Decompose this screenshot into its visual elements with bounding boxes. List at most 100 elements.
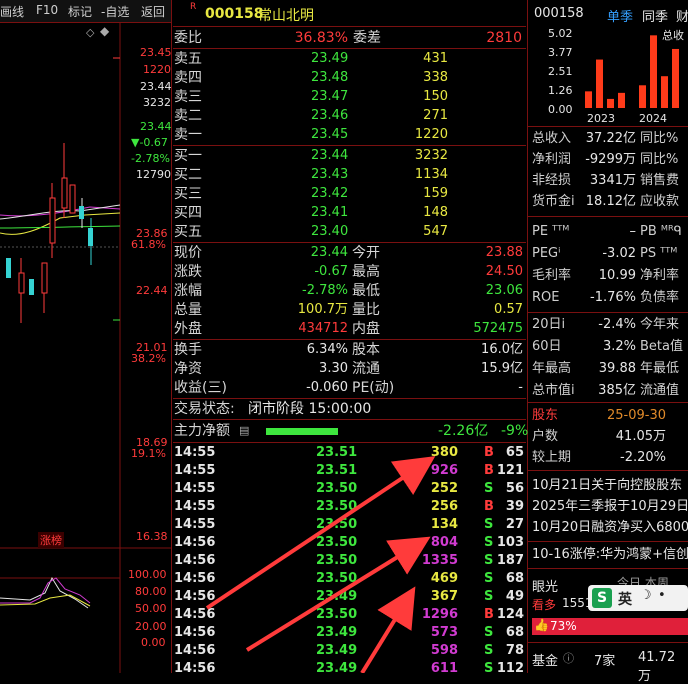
- trade-status-label: 交易状态:: [174, 401, 235, 417]
- main-flow-bar: [266, 428, 338, 435]
- ime-lang[interactable]: 英: [618, 589, 632, 609]
- mini-axis-label: 1.26: [548, 84, 573, 97]
- perf-label-2: 流通值: [640, 383, 680, 398]
- main-flow-value: -2.26亿: [438, 423, 489, 439]
- stat-label: 收益(三): [174, 380, 227, 396]
- list-icon[interactable]: ▤: [239, 422, 249, 440]
- holder-label: 股东: [532, 408, 559, 423]
- mini-year-2024: 2024: [639, 112, 667, 125]
- quote-value-2: 24.50: [485, 264, 523, 279]
- moon-icon[interactable]: ☽: [640, 588, 652, 603]
- limit-up-badge[interactable]: 涨榜: [38, 532, 64, 548]
- bid-volume: 148: [423, 205, 448, 220]
- stat-value-2: 16.0亿: [481, 342, 523, 357]
- stat-value: 6.34%: [306, 342, 348, 357]
- bull-pct: 73%: [550, 619, 577, 633]
- quote-row: 总量 100.7万 量比 0.57: [173, 301, 526, 319]
- order-ratio-label: 委比: [174, 30, 202, 46]
- bid-row[interactable]: 买三 23.42 159: [173, 185, 526, 203]
- holder-value: 41.05万: [615, 429, 666, 444]
- quote-value: 434712: [298, 321, 348, 336]
- ask-row[interactable]: 卖一 23.45 1220: [173, 126, 526, 144]
- bid-price: 23.43: [311, 167, 349, 182]
- quote-label: 涨幅: [174, 283, 202, 299]
- valuation-label-2: PB ᴹᴿᑫ: [640, 224, 682, 239]
- ask-row[interactable]: 卖二 23.46 271: [173, 107, 526, 125]
- ask-row[interactable]: 卖五 23.49 431: [173, 50, 526, 68]
- ask-row[interactable]: 卖四 23.48 338: [173, 69, 526, 87]
- quote-label-2: 最高: [352, 264, 380, 280]
- quote-row: 涨跌 -0.67 最高 24.50: [173, 263, 526, 281]
- quote-value-2: 23.88: [485, 245, 523, 260]
- bid-row[interactable]: 买一 23.44 3232: [173, 147, 526, 165]
- fin-row: 净利润 -9299万 同比%: [530, 150, 688, 170]
- divider-right: [527, 0, 528, 673]
- thumb-up-icon: 👍: [534, 618, 549, 632]
- bid-row[interactable]: 买二 23.43 1134: [173, 166, 526, 184]
- ime-toolbar[interactable]: S 英 ☽ •: [588, 585, 688, 611]
- perf-label-2: Beta值: [640, 339, 683, 354]
- ask-row[interactable]: 卖三 23.47 150: [173, 88, 526, 106]
- fin-row: 总收入 37.22亿 同比%: [530, 129, 688, 149]
- fund-label: 基金: [532, 654, 559, 669]
- ask-volume: 150: [423, 89, 448, 104]
- quote-label-2: 今开: [352, 245, 380, 261]
- axis-fib-382: 38.2%: [131, 352, 166, 365]
- quote-value-2: 0.57: [494, 302, 523, 317]
- bid-row[interactable]: 买四 23.41 148: [173, 204, 526, 222]
- remove-watchlist-button[interactable]: -自选: [101, 3, 129, 20]
- news-limit-up[interactable]: 10-16涨停:华为鸿蒙+信创: [532, 545, 688, 564]
- mini-bar: [661, 76, 668, 108]
- valuation-label-2: 净利率: [640, 268, 680, 283]
- perf-row: 20日i -2.4% 今年来: [530, 315, 688, 335]
- stat-row: 换手 6.34% 股本 16.0亿: [173, 341, 526, 359]
- fin-value: 18.12亿: [585, 194, 636, 209]
- arrow-1: [205, 456, 436, 610]
- back-button[interactable]: 返回: [141, 3, 165, 20]
- bid-row[interactable]: 买五 23.40 547: [173, 223, 526, 241]
- valuation-label-2: PS ᵀᵀᴹ: [640, 246, 678, 261]
- tab-finance[interactable]: 财: [676, 6, 688, 25]
- mini-axis-label: 3.77: [548, 46, 573, 59]
- osc-axis-100: 100.00: [128, 568, 167, 581]
- ask-volume: 1220: [414, 127, 448, 142]
- quote-label-2: 最低: [352, 283, 380, 299]
- news-item[interactable]: 2025年三季报于10月29日: [532, 497, 688, 516]
- mini-year-2023: 2023: [587, 112, 615, 125]
- osc-axis-0: 0.00: [141, 636, 166, 649]
- axis-ask-vol: 1220: [143, 63, 171, 76]
- mark-button[interactable]: 标记: [68, 3, 92, 20]
- valuation-value: –: [629, 224, 637, 239]
- tab-same-quarter[interactable]: 同季: [642, 6, 668, 25]
- stat-label: 换手: [174, 342, 202, 358]
- valuation-label-2: 负债率: [640, 290, 680, 305]
- valuation-row: PEGⁱ -3.02 PS ᵀᵀᴹ: [530, 244, 688, 264]
- holder-label: 户数: [532, 429, 559, 444]
- bid-level-label: 买五: [174, 224, 202, 240]
- news-item[interactable]: 10月20日融资净买入6800: [532, 518, 688, 537]
- valuation-row: PE ᵀᵀᴹ – PB ᴹᴿᑫ: [530, 222, 688, 242]
- f10-button[interactable]: F10: [36, 3, 58, 17]
- axis-last-price: 23.44: [140, 120, 172, 133]
- main-flow-row: 主力净额 ▤ -2.26亿 -9%: [173, 422, 529, 440]
- dot-icon[interactable]: •: [658, 588, 666, 603]
- draw-line-button[interactable]: 画线: [0, 3, 24, 20]
- valuation-value: -1.76%: [590, 290, 636, 305]
- holder-value: -2.20%: [620, 450, 666, 465]
- stat-value: 3.30: [319, 361, 348, 376]
- mini-bar: [672, 48, 679, 108]
- quote-value-2: 23.06: [485, 283, 523, 298]
- perf-value: 385亿: [598, 383, 636, 398]
- perf-row: 总市值i 385亿 流通值: [530, 381, 688, 401]
- quote-value-2: 572475: [473, 321, 523, 336]
- main-flow-pct: -9%: [501, 423, 529, 439]
- fund-info-icon[interactable]: ⓘ: [563, 650, 574, 666]
- tab-single-quarter[interactable]: 单季: [607, 6, 633, 25]
- mini-revenue-chart[interactable]: [575, 30, 685, 112]
- holder-row[interactable]: 股东 25-09-30: [530, 406, 688, 426]
- bull-label: 看多: [532, 598, 557, 612]
- ask-price: 23.45: [311, 127, 349, 142]
- perf-row: 60日 3.2% Beta值: [530, 337, 688, 357]
- news-item[interactable]: 10月21日关于向控股股东: [532, 476, 688, 495]
- order-ratio-row: 委比 36.83% 委差 2810: [173, 29, 526, 47]
